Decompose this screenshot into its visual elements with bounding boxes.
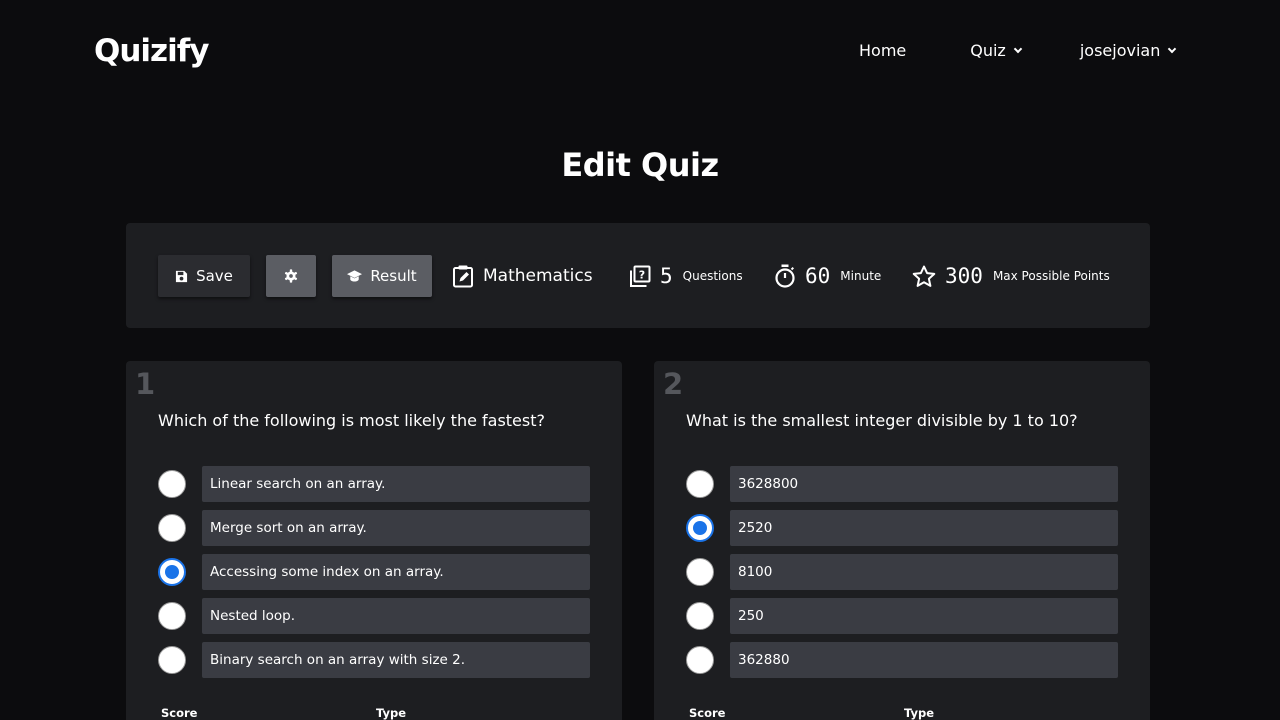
subject-label: Mathematics: [483, 266, 593, 286]
answer-option: Binary search on an array with size 2.: [158, 642, 590, 678]
question-number: 1: [135, 367, 156, 401]
answer-input[interactable]: 8100: [730, 554, 1118, 590]
result-button[interactable]: Result: [332, 255, 432, 297]
answer-input[interactable]: Linear search on an array.: [202, 466, 590, 502]
score-label: Score: [161, 706, 198, 720]
questions-stat: ? 5 Questions: [629, 262, 743, 290]
type-label: Type: [904, 706, 935, 720]
brand-logo[interactable]: Quizify: [94, 33, 209, 69]
points-label: Max Possible Points: [992, 269, 1110, 283]
answer-option: 250: [686, 598, 1118, 634]
answer-option: 3628800: [686, 466, 1118, 502]
edit-clipboard-icon: [452, 264, 474, 288]
nav-links: Home Quiz josejovian: [859, 41, 1177, 60]
answer-option: 362880: [686, 642, 1118, 678]
answer-input[interactable]: 362880: [730, 642, 1118, 678]
floppy-disk-icon: [176, 270, 188, 282]
answer-input[interactable]: 2520: [730, 510, 1118, 546]
nav-user-dropdown[interactable]: josejovian: [1079, 41, 1177, 60]
graduation-cap-icon: [347, 269, 363, 281]
nav-home-link[interactable]: Home: [859, 41, 906, 60]
save-button-label: Save: [196, 267, 233, 285]
answer-radio[interactable]: [158, 558, 186, 586]
quiz-toolbar: Save Result Mathematics ? 5 Questions 60…: [126, 223, 1150, 328]
question-number: 2: [663, 367, 684, 401]
question-stack-icon: ?: [629, 265, 651, 288]
answer-option: Nested loop.: [158, 598, 590, 634]
answer-option: 8100: [686, 554, 1118, 590]
question-card-1: 1 Which of the following is most likely …: [126, 361, 622, 720]
answer-option: Accessing some index on an array.: [158, 554, 590, 590]
answer-option: 2520: [686, 510, 1118, 546]
answer-radio[interactable]: [158, 470, 186, 498]
questions-label: Questions: [682, 269, 743, 283]
type-label: Type: [376, 706, 407, 720]
answer-input[interactable]: 3628800: [730, 466, 1118, 502]
settings-button[interactable]: [266, 255, 316, 297]
question-card-2: 2 What is the smallest integer divisible…: [654, 361, 1150, 720]
chevron-down-icon: [1013, 44, 1023, 53]
nav-quiz-label: Quiz: [970, 41, 1006, 60]
nav-quiz-dropdown[interactable]: Quiz: [970, 41, 1023, 60]
answer-radio[interactable]: [686, 470, 714, 498]
answer-radio[interactable]: [686, 602, 714, 630]
chevron-down-icon: [1168, 44, 1177, 53]
minutes-stat: 60 Minute: [774, 262, 881, 290]
answer-radio[interactable]: [686, 558, 714, 586]
answer-option: Linear search on an array.: [158, 466, 590, 502]
page-title: Edit Quiz: [561, 146, 719, 184]
nav-home-label: Home: [859, 41, 907, 60]
points-count: 300: [945, 264, 983, 288]
answer-input[interactable]: Binary search on an array with size 2.: [202, 642, 590, 678]
answer-input[interactable]: Merge sort on an array.: [202, 510, 590, 546]
star-icon: [912, 265, 936, 288]
question-text[interactable]: What is the smallest integer divisible b…: [686, 411, 1078, 430]
save-button[interactable]: Save: [158, 255, 250, 297]
answer-radio[interactable]: [158, 514, 186, 542]
points-stat: 300 Max Possible Points: [912, 262, 1110, 290]
answer-radio[interactable]: [686, 514, 714, 542]
minutes-label: Minute: [840, 269, 882, 283]
quiz-subject: Mathematics: [452, 262, 593, 290]
stopwatch-icon: [774, 264, 796, 288]
answer-input[interactable]: 250: [730, 598, 1118, 634]
svg-text:?: ?: [639, 268, 645, 281]
minutes-count: 60: [805, 264, 831, 288]
answer-input[interactable]: Accessing some index on an array.: [202, 554, 590, 590]
answer-option: Merge sort on an array.: [158, 510, 590, 546]
gear-icon: [284, 269, 298, 283]
top-navbar: Quizify Home Quiz josejovian: [0, 0, 1280, 104]
score-label: Score: [689, 706, 726, 720]
question-text[interactable]: Which of the following is most likely th…: [158, 411, 545, 430]
answer-radio[interactable]: [686, 646, 714, 674]
answer-radio[interactable]: [158, 602, 186, 630]
nav-user-label: josejovian: [1079, 41, 1161, 60]
result-button-label: Result: [370, 267, 417, 285]
questions-count: 5: [660, 264, 673, 288]
answer-radio[interactable]: [158, 646, 186, 674]
answer-input[interactable]: Nested loop.: [202, 598, 590, 634]
